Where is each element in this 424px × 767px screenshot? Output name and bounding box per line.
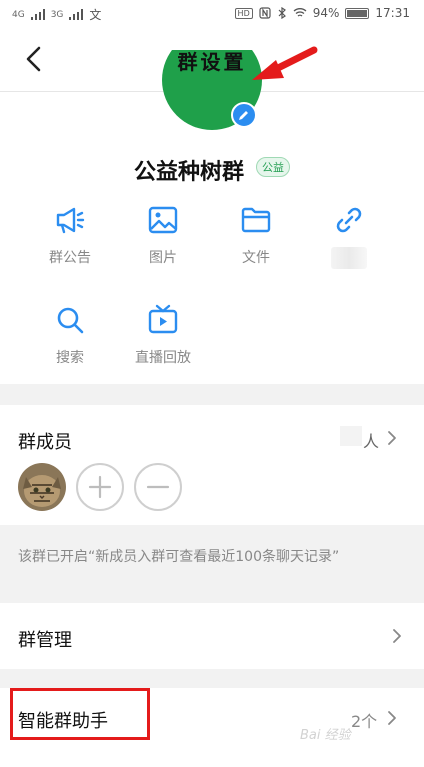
image-icon: [148, 206, 178, 234]
files-button[interactable]: 文件: [216, 203, 296, 267]
bluetooth-icon: [278, 7, 286, 19]
files-label: 文件: [242, 250, 270, 266]
hd-icon: HD: [234, 7, 253, 19]
search-icon: [57, 307, 84, 334]
group-manage-title: 群管理: [18, 630, 72, 651]
battery-percent: 94%: [312, 6, 340, 20]
megaphone-icon: [56, 207, 85, 234]
images-label: 图片: [149, 250, 177, 266]
signal-sim2: 3G: [50, 9, 64, 20]
member-avatar[interactable]: [18, 463, 66, 511]
nfc-icon: [259, 7, 271, 19]
chevron-right-icon[interactable]: [392, 628, 402, 644]
chevron-right-icon[interactable]: [387, 430, 397, 446]
images-button[interactable]: 图片: [123, 203, 203, 267]
history-notice: 该群已开启“新成员入群可查看最近100条聊天记录”: [18, 549, 340, 565]
public-tag: 公益: [256, 157, 290, 177]
tv-icon: [148, 304, 178, 334]
announcement-label: 群公告: [49, 250, 91, 266]
signal-bars-icon: [69, 9, 84, 20]
page-title: 群设置: [177, 50, 247, 74]
pencil-icon: [239, 111, 248, 120]
clock: 17:31: [375, 6, 410, 20]
member-count-blurred: [340, 426, 362, 446]
chevron-right-icon[interactable]: [387, 710, 397, 726]
link-button[interactable]: [309, 203, 389, 269]
remove-member-button[interactable]: [134, 463, 182, 511]
red-annotation-arrow: [252, 46, 318, 80]
members-card[interactable]: [0, 405, 424, 525]
add-member-button[interactable]: [76, 463, 124, 511]
group-settings-screen: 4G 3G 文 HD 94% 17:31 群设置 公益种树群 公益 群公告 图片…: [0, 0, 424, 767]
link-icon: [336, 207, 362, 233]
plus-icon: [88, 475, 112, 499]
smart-helper-count: 2个: [351, 712, 378, 731]
group-name[interactable]: 公益种树群: [134, 154, 244, 186]
edit-avatar-button[interactable]: [231, 102, 257, 128]
red-highlight-box: [10, 688, 150, 740]
signal-sim1: 4G: [12, 9, 25, 20]
live-replay-label: 直播回放: [135, 350, 191, 366]
members-title: 群成员: [18, 432, 72, 453]
member-count-suffix: 人: [363, 432, 380, 451]
minus-icon: [146, 485, 170, 489]
battery-icon: [345, 7, 370, 19]
folder-icon: [241, 207, 271, 233]
watermark: Bai 经验: [300, 728, 351, 743]
app-notification-icon: 文: [89, 8, 102, 22]
search-button[interactable]: 搜索: [30, 303, 110, 367]
announcement-button[interactable]: 群公告: [30, 203, 110, 267]
signal-bars-icon: [30, 9, 45, 20]
blurred-label: [331, 247, 367, 269]
wifi-icon: [293, 8, 307, 17]
cat-avatar-icon: [18, 463, 66, 511]
status-bar: 4G 3G 文 HD 94% 17:31: [0, 0, 424, 28]
live-replay-button[interactable]: 直播回放: [123, 303, 203, 367]
search-label: 搜索: [56, 350, 84, 366]
